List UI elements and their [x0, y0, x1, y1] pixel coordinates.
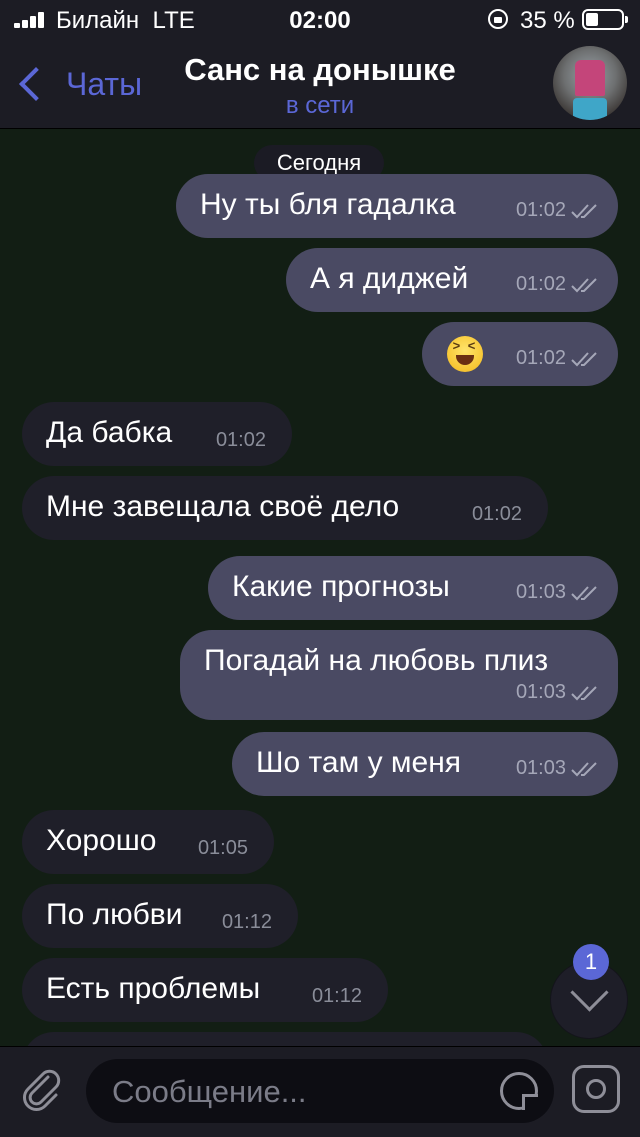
message-text: Какие прогнозы — [232, 570, 450, 603]
double-check-icon — [571, 351, 597, 366]
message-bubble-outgoing[interactable]: Какие прогнозы 01:03 — [208, 556, 618, 620]
message-meta: 01:02 — [216, 429, 266, 452]
message-bubble-outgoing[interactable]: Ну ты бля гадалка 01:02 — [176, 174, 618, 238]
message-time: 01:02 — [471, 503, 522, 525]
message-time: 01:03 — [515, 757, 566, 779]
message-time: 01:02 — [215, 429, 266, 451]
message-time: 01:02 — [515, 347, 566, 369]
message-bubble-incoming[interactable]: Да бабка 01:02 — [22, 402, 292, 466]
message-time: 01:02 — [515, 273, 566, 295]
message-time: 01:03 — [515, 681, 566, 703]
double-check-icon — [571, 761, 597, 776]
message-bubble-outgoing[interactable]: 01:02 — [422, 322, 618, 386]
grinning-squinting-face-icon — [447, 336, 483, 372]
chat-header: Чаты Санс на донышке в сети — [0, 40, 640, 129]
message-bubble-outgoing[interactable]: Шо там у меня 01:03 — [232, 732, 618, 796]
message-bubble-incoming[interactable]: По любви 01:12 — [22, 884, 298, 948]
message-bubble-incoming[interactable]: Есть проблемы 01:12 — [22, 958, 388, 1022]
message-bubble-outgoing[interactable]: А я диджей 01:02 — [286, 248, 618, 312]
message-meta: 01:02 — [516, 273, 600, 296]
rotation-lock-icon — [488, 9, 508, 29]
message-time: 01:12 — [311, 985, 362, 1007]
online-status: в сети — [285, 92, 355, 119]
message-meta: 01:12 — [222, 911, 272, 934]
message-text: Мне завещала своё дело — [46, 490, 400, 523]
message-meta: 01:02 — [516, 347, 600, 370]
message-meta: 01:03 — [516, 757, 600, 780]
message-time: 01:05 — [197, 837, 248, 859]
battery-percent: 35 % — [520, 7, 575, 34]
chat-title[interactable]: Санс на донышке — [0, 52, 640, 88]
message-meta: 01:02 — [472, 503, 522, 526]
input-bar — [0, 1046, 640, 1137]
message-meta: 01:03 — [516, 681, 600, 704]
message-text: Погадай на любовь плиз — [204, 644, 549, 677]
double-check-icon — [571, 685, 597, 700]
unread-badge: 1 — [573, 944, 609, 980]
status-bar: Билайн LTE 02:00 35 % — [0, 0, 640, 40]
message-time: 01:03 — [515, 581, 566, 603]
sticker-icon[interactable] — [500, 1072, 538, 1110]
message-bubble-incoming[interactable]: Мне завещала своё дело 01:02 — [22, 476, 548, 540]
message-input[interactable] — [110, 1059, 494, 1125]
message-bubble-incoming[interactable] — [22, 1032, 548, 1046]
message-text: Шо там у меня — [256, 746, 462, 779]
message-text: Ну ты бля гадалка — [200, 188, 456, 221]
message-text: А я диджей — [310, 262, 469, 295]
message-text: По любви — [46, 898, 183, 931]
message-text: Да бабка — [46, 416, 173, 449]
message-text: Хорошо — [46, 824, 157, 857]
paperclip-icon[interactable] — [18, 1065, 66, 1113]
message-list[interactable]: Сегодня Ну ты бля гадалка 01:02 А я дидж… — [0, 129, 640, 1046]
message-bubble-outgoing[interactable]: Погадай на любовь плиз 01:03 — [180, 630, 618, 720]
camera-icon[interactable] — [572, 1065, 620, 1113]
double-check-icon — [571, 277, 597, 292]
message-meta: 01:05 — [198, 837, 248, 860]
message-text: Есть проблемы — [46, 972, 261, 1005]
double-check-icon — [571, 203, 597, 218]
battery-icon — [582, 9, 628, 30]
avatar[interactable] — [553, 46, 627, 120]
message-time: 01:02 — [515, 199, 566, 221]
message-bubble-incoming[interactable]: Хорошо 01:05 — [22, 810, 274, 874]
message-meta: 01:03 — [516, 581, 600, 604]
message-meta: 01:02 — [516, 199, 600, 222]
double-check-icon — [571, 585, 597, 600]
message-field — [86, 1059, 554, 1125]
message-time: 01:12 — [221, 911, 272, 933]
message-meta: 01:12 — [312, 985, 362, 1008]
